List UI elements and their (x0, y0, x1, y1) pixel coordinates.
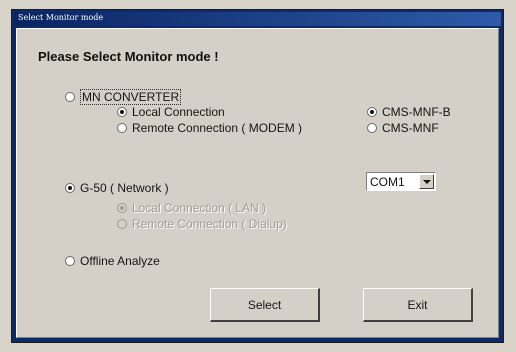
radio-local-connection[interactable]: Local Connection (117, 105, 225, 119)
dialog-client-area: Please Select Monitor mode ! MN CONVERTE… (16, 28, 499, 338)
radio-button-icon (117, 107, 127, 117)
radio-label: Offline Analyze (80, 254, 160, 268)
radio-label: CMS-MNF-B (382, 105, 451, 119)
radio-label: G-50 ( Network ) (80, 181, 169, 195)
exit-button[interactable]: Exit (363, 288, 473, 322)
com-port-select[interactable]: COM1 (366, 172, 436, 191)
radio-button-icon (117, 203, 127, 213)
com-port-value: COM1 (370, 175, 405, 189)
radio-label: Remote Connection ( MODEM ) (132, 121, 303, 135)
window-title: Select Monitor mode (18, 13, 104, 22)
radio-button-icon (65, 256, 75, 266)
radio-label: Remote Connection ( Dialup) (132, 217, 287, 231)
radio-offline-analyze[interactable]: Offline Analyze (65, 254, 160, 268)
radio-remote-connection-dialup: Remote Connection ( Dialup) (117, 217, 287, 231)
radio-button-icon (367, 123, 377, 133)
radio-button-icon (117, 123, 127, 133)
chevron-down-icon[interactable] (419, 174, 434, 189)
radio-button-icon (65, 92, 75, 102)
dialog-window: Select Monitor mode Please Select Monito… (11, 9, 504, 343)
select-button[interactable]: Select (210, 288, 320, 322)
title-bar[interactable]: Select Monitor mode (14, 12, 501, 26)
radio-label: CMS-MNF (382, 121, 439, 135)
radio-label: Local Connection ( LAN ) (132, 201, 267, 215)
page-title: Please Select Monitor mode ! (38, 49, 219, 64)
radio-label: Local Connection (132, 105, 225, 119)
radio-cms-mnf[interactable]: CMS-MNF (367, 121, 439, 135)
radio-button-icon (117, 219, 127, 229)
radio-local-connection-lan: Local Connection ( LAN ) (117, 201, 266, 215)
radio-label: MN CONVERTER (80, 89, 182, 105)
radio-button-icon (65, 183, 75, 193)
radio-cms-mnf-b[interactable]: CMS-MNF-B (367, 105, 451, 119)
radio-button-icon (367, 107, 377, 117)
radio-remote-connection-modem[interactable]: Remote Connection ( MODEM ) (117, 121, 302, 135)
radio-g50-network[interactable]: G-50 ( Network ) (65, 181, 169, 195)
radio-mn-converter[interactable]: MN CONVERTER (65, 89, 182, 105)
